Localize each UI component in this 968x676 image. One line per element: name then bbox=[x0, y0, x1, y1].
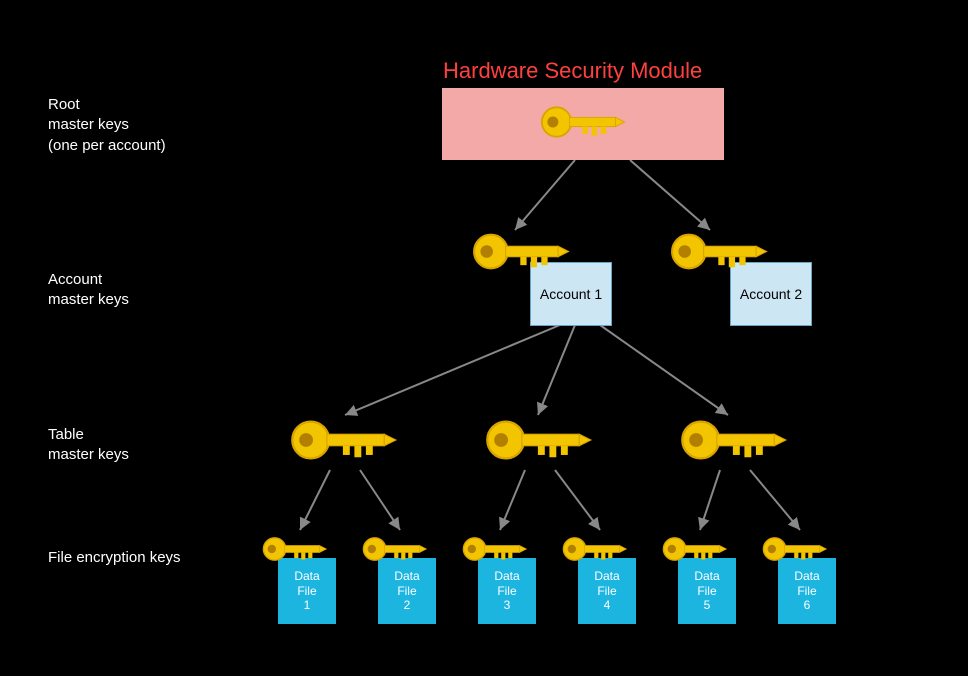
key-icon bbox=[562, 530, 632, 568]
key-icon bbox=[472, 224, 577, 279]
key-icon bbox=[262, 530, 332, 568]
key-icon bbox=[362, 530, 432, 568]
account-label: Account 2 bbox=[740, 286, 802, 302]
label-table-master-keys: Table master keys bbox=[48, 425, 129, 466]
key-icon bbox=[290, 410, 405, 470]
datafile-label: Data File 1 bbox=[294, 569, 319, 612]
key-icon bbox=[485, 410, 600, 470]
key-icon bbox=[680, 410, 795, 470]
datafile-label: Data File 6 bbox=[794, 569, 819, 612]
datafile-label: Data File 4 bbox=[594, 569, 619, 612]
label-root-master-keys: Root master keys (one per account) bbox=[48, 95, 166, 156]
hsm-title: Hardware Security Module bbox=[443, 58, 702, 84]
key-icon bbox=[662, 530, 732, 568]
datafile-label: Data File 3 bbox=[494, 569, 519, 612]
label-file-encryption-keys: File encryption keys bbox=[48, 548, 181, 568]
account-label: Account 1 bbox=[540, 286, 602, 302]
key-icon bbox=[670, 224, 775, 279]
datafile-label: Data File 2 bbox=[394, 569, 419, 612]
label-account-master-keys: Account master keys bbox=[48, 270, 129, 311]
key-icon bbox=[540, 92, 632, 152]
key-icon bbox=[762, 530, 832, 568]
datafile-label: Data File 5 bbox=[694, 569, 719, 612]
key-icon bbox=[462, 530, 532, 568]
